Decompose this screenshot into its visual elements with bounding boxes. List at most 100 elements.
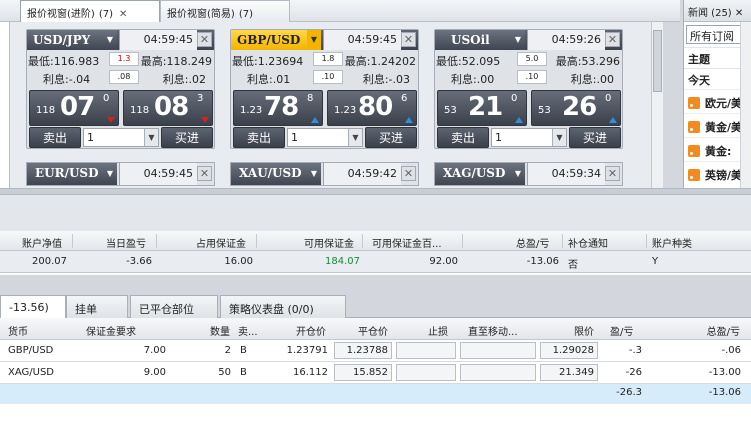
table-row[interactable]: GBP/USD 7.00 2 B 1.23791 1.23788 1.29028… bbox=[0, 340, 751, 362]
price-big: 08 bbox=[154, 92, 189, 122]
chevron-down-icon[interactable]: ▼ bbox=[307, 30, 321, 50]
chevron-down-icon[interactable]: ▼ bbox=[552, 129, 566, 146]
quote-scrollbar[interactable] bbox=[651, 22, 663, 188]
col-account-type[interactable]: 账户种类 bbox=[652, 231, 692, 251]
close-icon[interactable]: ✕ bbox=[197, 32, 212, 47]
usable-margin-pct-value: 92.00 bbox=[429, 256, 458, 267]
tab-strategy-dashboard[interactable]: 策略仪表盘 (0/0) bbox=[220, 295, 346, 318]
col-currency[interactable]: 货币 bbox=[8, 318, 28, 338]
sell-button[interactable]: 卖出 bbox=[437, 127, 489, 148]
table-row[interactable]: XAG/USD 9.00 50 B 16.112 15.852 21.349 -… bbox=[0, 362, 751, 384]
trailing-cell[interactable] bbox=[460, 364, 536, 381]
col-open-price[interactable]: 开仓价 bbox=[270, 318, 326, 338]
chevron-down-icon[interactable]: ▼ bbox=[103, 30, 117, 50]
close-icon[interactable]: ✕ bbox=[735, 8, 743, 19]
account-header-row: 账户净值 当日盈亏 占用保证金 可用保证金 可用保证金百... 总盈/亏 补仓通… bbox=[0, 231, 751, 251]
price-big: 80 bbox=[358, 92, 393, 122]
rss-icon bbox=[688, 121, 700, 133]
sell-button[interactable]: 卖出 bbox=[233, 127, 285, 148]
col-total-pl[interactable]: 总盈/亏 bbox=[680, 318, 740, 338]
interest-input[interactable]: .10 bbox=[517, 70, 547, 84]
chevron-down-icon[interactable]: ▼ bbox=[511, 163, 525, 185]
col-trailing[interactable]: 直至移动... bbox=[468, 318, 518, 338]
side-cell: B bbox=[240, 367, 247, 378]
positions-header-row: 货币 保证金要求 数量 卖... 开仓价 平仓价 止损 直至移动... 限价 盈… bbox=[0, 318, 751, 340]
sell-button[interactable]: 卖出 bbox=[29, 127, 81, 148]
chevron-down-icon[interactable]: ▼ bbox=[144, 129, 158, 146]
col-usable-margin[interactable]: 可用保证金 bbox=[304, 231, 354, 251]
col-total-pl[interactable]: 总盈/亏 bbox=[516, 231, 549, 251]
close-price-cell[interactable]: 15.852 bbox=[334, 364, 392, 381]
buy-price-box[interactable]: 53 26 0 bbox=[531, 90, 621, 126]
close-icon[interactable]: ✕ bbox=[197, 166, 212, 181]
sell-price-box[interactable]: 53 21 0 bbox=[437, 90, 527, 126]
limit-cell[interactable]: 1.29028 bbox=[540, 342, 598, 359]
tab-simple-quotes[interactable]: 报价视窗(简易) (7) bbox=[160, 0, 290, 22]
col-margin-call[interactable]: 补仓通知 bbox=[568, 231, 608, 251]
total-total-pl-sum: -13.06 bbox=[708, 387, 741, 398]
rss-icon bbox=[688, 145, 700, 157]
col-pl[interactable]: 盈/亏 bbox=[610, 318, 633, 338]
tab-label: 报价视窗(进阶) bbox=[27, 9, 95, 20]
buy-button[interactable]: 买进 bbox=[161, 127, 213, 148]
sell-price-box[interactable]: 118 07 0 bbox=[29, 90, 119, 126]
col-side[interactable]: 卖... bbox=[238, 318, 258, 338]
account-row[interactable]: 200.07 -3.66 16.00 184.07 92.00 -13.06 否… bbox=[0, 251, 751, 273]
chevron-down-icon[interactable]: ▼ bbox=[511, 30, 525, 50]
sell-price-box[interactable]: 1.23 78 8 bbox=[233, 90, 323, 126]
chevron-down-icon[interactable]: ▼ bbox=[348, 129, 362, 146]
close-icon[interactable]: ✕ bbox=[605, 32, 620, 47]
col-used-margin[interactable]: 占用保证金 bbox=[196, 231, 246, 251]
account-summary-table: 账户净值 当日盈亏 占用保证金 可用保证金 可用保证金百... 总盈/亏 补仓通… bbox=[0, 231, 751, 275]
empty-area bbox=[0, 275, 751, 293]
quantity-select[interactable]: 1 ▼ bbox=[491, 128, 567, 147]
col-limit[interactable]: 限价 bbox=[540, 318, 594, 338]
trailing-cell[interactable] bbox=[460, 342, 536, 359]
panel-splitter[interactable] bbox=[0, 188, 751, 195]
tab-open-positions[interactable]: -13.56) bbox=[0, 295, 66, 318]
col-stop[interactable]: 止损 bbox=[396, 318, 448, 338]
chevron-down-icon[interactable]: ▼ bbox=[307, 163, 321, 185]
stop-cell[interactable] bbox=[396, 364, 456, 381]
close-icon[interactable]: ✕ bbox=[119, 9, 127, 20]
buy-price-box[interactable]: 118 08 3 bbox=[123, 90, 213, 126]
tab-closed-positions[interactable]: 已平仓部位 bbox=[130, 295, 218, 318]
interest-input[interactable]: .10 bbox=[313, 70, 343, 84]
buy-button[interactable]: 买进 bbox=[569, 127, 621, 148]
card-header: GBP/USD ▼ 04:59:45 ✕ bbox=[231, 30, 418, 50]
price-sup: 0 bbox=[605, 93, 612, 104]
chevron-down-icon[interactable]: ▼ bbox=[103, 163, 117, 185]
close-price-cell[interactable]: 1.23788 bbox=[334, 342, 392, 359]
close-icon[interactable]: ✕ bbox=[605, 166, 620, 181]
close-icon[interactable]: ✕ bbox=[401, 166, 416, 181]
quote-time: 04:59:45 bbox=[119, 30, 197, 50]
tab-advanced-quotes[interactable]: 报价视窗(进阶) (7) ✕ bbox=[20, 0, 160, 22]
quantity-select[interactable]: 1 ▼ bbox=[83, 128, 159, 147]
col-qty[interactable]: 数量 bbox=[170, 318, 230, 338]
price-prefix: 118 bbox=[130, 105, 150, 116]
interest-input[interactable]: .08 bbox=[109, 70, 139, 84]
news-scrollbar[interactable] bbox=[740, 22, 751, 188]
tab-count: (7) bbox=[98, 9, 113, 20]
open-price-cell: 16.112 bbox=[293, 367, 328, 378]
limit-cell[interactable]: 21.349 bbox=[540, 364, 598, 381]
scrollbar-thumb[interactable] bbox=[653, 30, 662, 92]
buy-button[interactable]: 买进 bbox=[365, 127, 417, 148]
trading-tab-bar: -13.56) 挂单 已平仓部位 策略仪表盘 (0/0) bbox=[0, 293, 751, 318]
quantity-select[interactable]: 1 ▼ bbox=[287, 128, 363, 147]
tab-orders[interactable]: 挂单 bbox=[66, 295, 128, 318]
buy-price-box[interactable]: 1.23 80 6 bbox=[327, 90, 417, 126]
close-icon[interactable]: ✕ bbox=[401, 32, 416, 47]
interest-buy: 利息:.00 bbox=[570, 73, 614, 86]
col-usable-margin-pct[interactable]: 可用保证金百... bbox=[372, 231, 442, 251]
col-close-price[interactable]: 平仓价 bbox=[330, 318, 388, 338]
side-cell: B bbox=[240, 345, 247, 356]
col-margin[interactable]: 保证金要求 bbox=[86, 318, 136, 338]
quote-card-gbpusd: GBP/USD ▼ 04:59:45 ✕ 最低:1.23694 1.8 最高:1.… bbox=[230, 29, 419, 149]
stop-cell[interactable] bbox=[396, 342, 456, 359]
col-equity[interactable]: 账户净值 bbox=[22, 231, 62, 251]
rss-icon bbox=[688, 97, 700, 109]
col-daily-pl[interactable]: 当日盈亏 bbox=[106, 231, 146, 251]
quantity-value: 1 bbox=[87, 131, 94, 144]
price-sup: 6 bbox=[401, 93, 408, 104]
